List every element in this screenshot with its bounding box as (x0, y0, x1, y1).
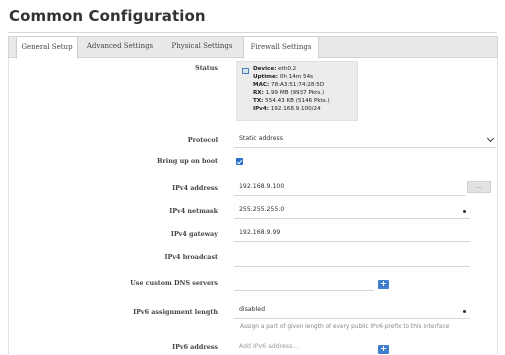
ipv4-address-input[interactable]: 192.168.9.100 (234, 179, 466, 195)
ipv4-address-underline (234, 195, 466, 196)
ipv6-assignment-select[interactable]: disabled (234, 302, 470, 318)
ipv4-netmask-label: IPv4 netmask (169, 207, 218, 215)
ipv4-gateway-label: IPv4 gateway (170, 230, 218, 238)
dropdown-dot-icon (463, 210, 466, 213)
add-ipv6-address-button[interactable]: + (378, 345, 389, 354)
tab-general-setup[interactable]: General Setup (16, 36, 78, 59)
ipv4-broadcast-underline (234, 266, 470, 267)
tab-advanced-settings[interactable]: Advanced Settings (82, 36, 158, 58)
network-port-icon (242, 68, 249, 74)
ipv4-netmask-select[interactable]: 255.255.255.0 (234, 202, 470, 218)
protocol-select[interactable]: Static address (234, 131, 496, 147)
bring-up-on-boot-checkbox[interactable] (236, 158, 243, 165)
status-label: Status (195, 64, 218, 72)
ipv4-address-label: IPv4 address (172, 184, 218, 192)
status-uptime: Uptime: 0h 14m 54s (253, 74, 314, 80)
ipv4-broadcast-label: IPv4 broadcast (164, 253, 218, 261)
ipv4-address-more-button[interactable]: ... (467, 181, 491, 193)
tab-physical-settings[interactable]: Physical Settings (165, 36, 239, 58)
custom-dns-label: Use custom DNS servers (130, 279, 218, 287)
status-ipv4: IPv4: 192.168.9.100/24 (253, 106, 321, 112)
protocol-label: Protocol (187, 136, 218, 144)
ipv6-address-input[interactable]: Add IPv6 address... (234, 339, 374, 353)
custom-dns-input[interactable] (234, 274, 374, 290)
status-device: Device: eth0.2 (253, 66, 297, 72)
ipv6-assignment-hint: Assign a part of given length of every p… (240, 324, 450, 330)
page-title: Common Configuration (9, 7, 206, 25)
ipv4-broadcast-input[interactable] (234, 248, 470, 264)
protocol-underline (234, 147, 496, 148)
ipv6-address-label: IPv6 address (172, 343, 218, 351)
tab-bar: General Setup Advanced Settings Physical… (8, 36, 498, 59)
ipv4-gateway-input[interactable]: 192.168.9.99 (234, 225, 470, 241)
ipv6-assignment-label: IPv6 assignment length (133, 308, 218, 316)
ipv4-netmask-underline (234, 218, 470, 219)
status-rx: RX: 1.99 MB (9937 Pkts.) (253, 90, 325, 96)
ipv6-assignment-underline (234, 318, 470, 319)
add-dns-server-button[interactable]: + (378, 280, 389, 289)
tab-firewall-settings[interactable]: Firewall Settings (243, 36, 319, 59)
status-mac: MAC: 78:A3:51:74:28:5D (253, 82, 325, 88)
title-divider (8, 32, 497, 33)
dropdown-dot-icon (463, 310, 466, 313)
ipv4-gateway-underline (234, 241, 470, 242)
status-box: Device: eth0.2 Uptime: 0h 14m 54s MAC: 7… (236, 61, 358, 121)
custom-dns-underline (234, 290, 374, 291)
status-tx: TX: 554.43 KB (5146 Pkts.) (253, 98, 330, 104)
boot-label: Bring up on boot (157, 157, 218, 165)
